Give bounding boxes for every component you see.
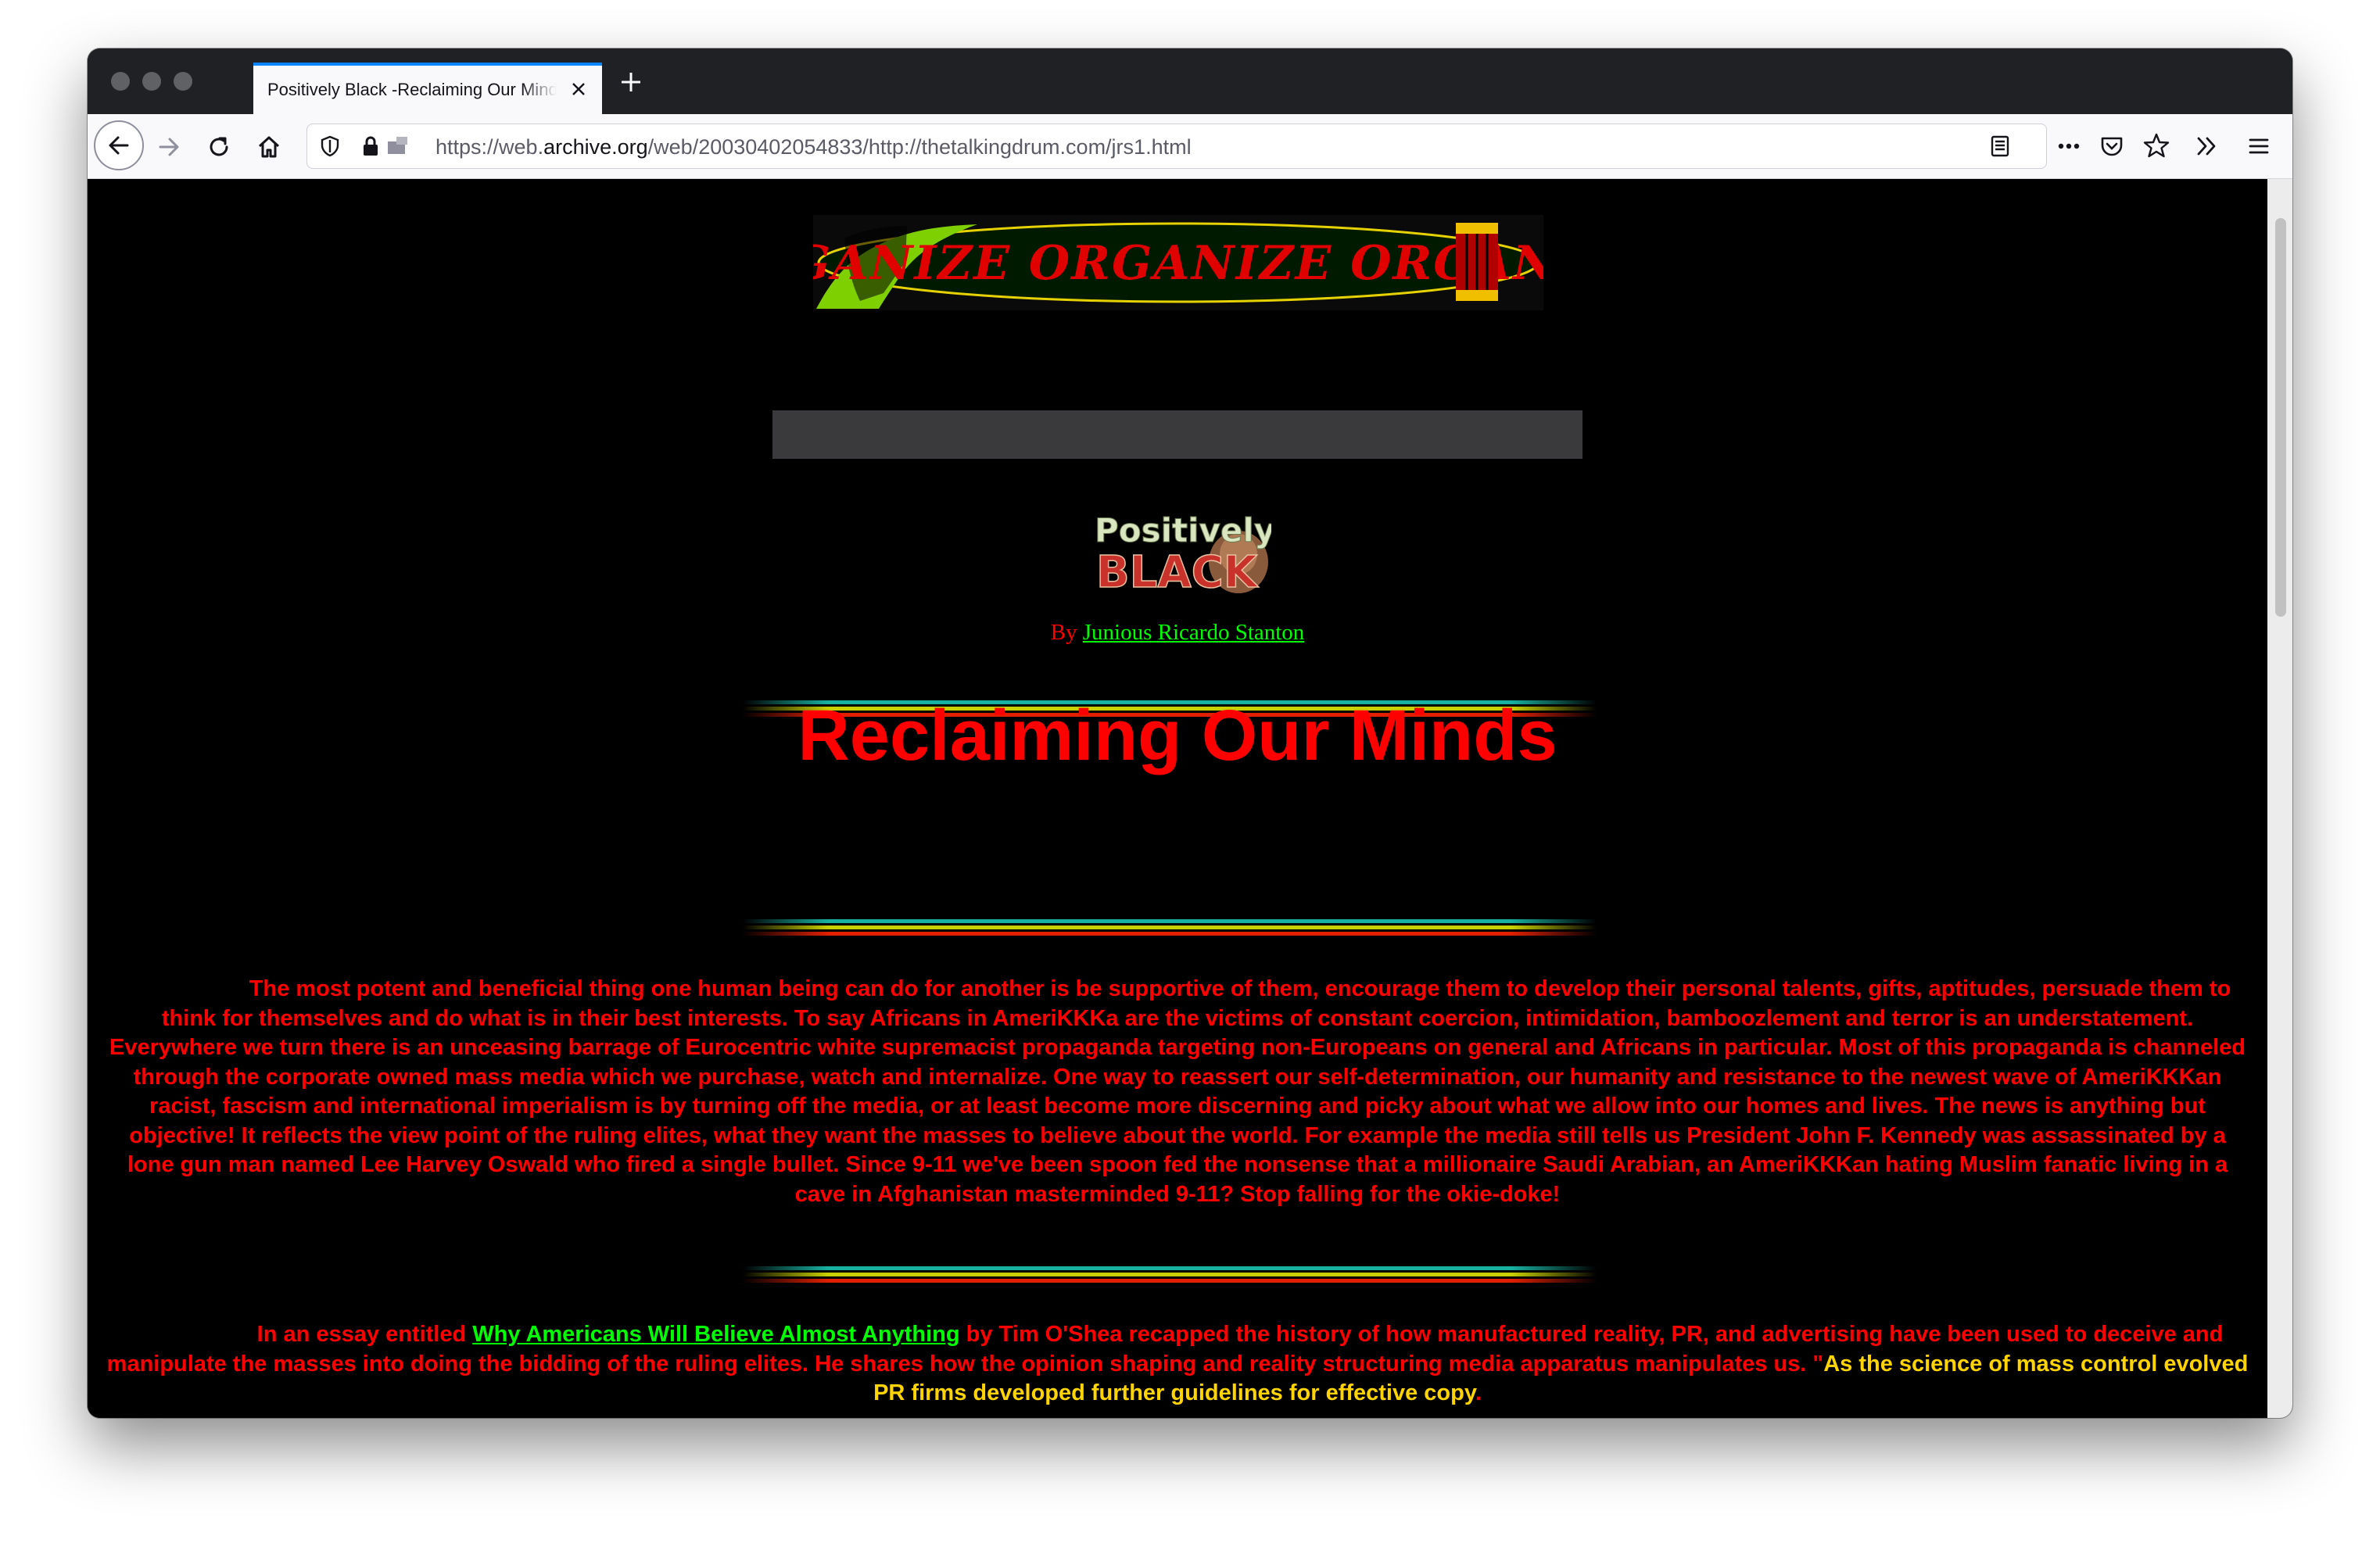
tab-title: Positively Black -Reclaiming Our Minds — [267, 80, 557, 99]
bookmark-star-icon[interactable] — [2142, 131, 2170, 159]
url-path: /web/20030402054833/http://thetalkingdru… — [647, 135, 1192, 159]
browser-window: Positively Black -Reclaiming Our Minds h… — [88, 48, 2292, 1418]
lock-icon[interactable] — [360, 134, 381, 158]
divider-stripe — [743, 1264, 1597, 1287]
forward-button[interactable] — [153, 131, 185, 163]
essay-link[interactable]: Why Americans Will Believe Almost Anythi… — [472, 1322, 959, 1347]
navigation-toolbar: https://web.archive.org/web/200304020548… — [88, 114, 2292, 179]
new-tab-icon[interactable] — [619, 70, 643, 94]
hamburger-menu-icon[interactable] — [2246, 133, 2272, 159]
logo-line-1: Positively — [1095, 511, 1271, 550]
archive-toolbar-placeholder — [772, 410, 1582, 459]
scrollbar-thumb[interactable] — [2275, 218, 2286, 617]
talking-drum-icon — [1456, 223, 1498, 301]
pocket-icon[interactable] — [2099, 133, 2125, 159]
back-button[interactable] — [94, 120, 144, 170]
vertical-scrollbar[interactable] — [2267, 179, 2292, 1418]
byline-prefix: By — [1050, 620, 1083, 645]
close-window-button[interactable] — [111, 72, 130, 91]
overflow-chevron-icon[interactable] — [2194, 133, 2220, 159]
home-icon — [258, 136, 280, 158]
url-prefix: https://web. — [435, 135, 544, 159]
positively-black-logo: Positively BLACK — [1090, 507, 1271, 595]
zoom-window-button[interactable] — [174, 72, 192, 91]
tracking-shield-icon[interactable] — [318, 134, 342, 158]
paragraph-2: In an essay entitled Why Americans Will … — [103, 1320, 2252, 1409]
banner-text: ORGANIZE ORGANIZE ORGANIZE — [813, 236, 1543, 291]
forward-arrow-icon — [159, 138, 179, 156]
paragraph-1: The most potent and beneficial thing one… — [109, 976, 2246, 1207]
para2-lead: In an essay entitled — [256, 1322, 473, 1347]
tab-strip: Positively Black -Reclaiming Our Minds — [88, 48, 2292, 114]
permissions-icon[interactable] — [385, 134, 414, 157]
reload-button[interactable] — [203, 131, 235, 163]
close-tab-icon[interactable] — [569, 80, 588, 98]
url-text[interactable]: https://web.archive.org/web/200304020548… — [435, 135, 1192, 159]
url-domain: archive.org — [543, 135, 648, 159]
reader-view-icon[interactable] — [1988, 134, 2012, 158]
divider-stripe — [743, 917, 1597, 940]
byline: By Junious Ricardo Stanton — [88, 620, 2267, 646]
active-tab[interactable]: Positively Black -Reclaiming Our Minds — [253, 63, 602, 114]
home-button[interactable] — [253, 131, 285, 163]
address-bar[interactable]: https://web.archive.org/web/200304020548… — [306, 124, 2047, 169]
page-actions-icon[interactable] — [2053, 133, 2084, 159]
minimize-window-button[interactable] — [142, 72, 161, 91]
logo-line-2: BLACK — [1096, 547, 1260, 595]
reload-icon — [210, 137, 228, 156]
author-link[interactable]: Junious Ricardo Stanton — [1083, 620, 1305, 645]
para2-end: . — [1475, 1380, 1482, 1405]
headline: Reclaiming Our Minds — [798, 696, 1557, 775]
page-content: ORGANIZE ORGANIZE ORGANIZE Positively BL… — [88, 179, 2267, 1418]
organize-banner: ORGANIZE ORGANIZE ORGANIZE — [813, 215, 1543, 310]
back-arrow-icon — [109, 136, 129, 155]
